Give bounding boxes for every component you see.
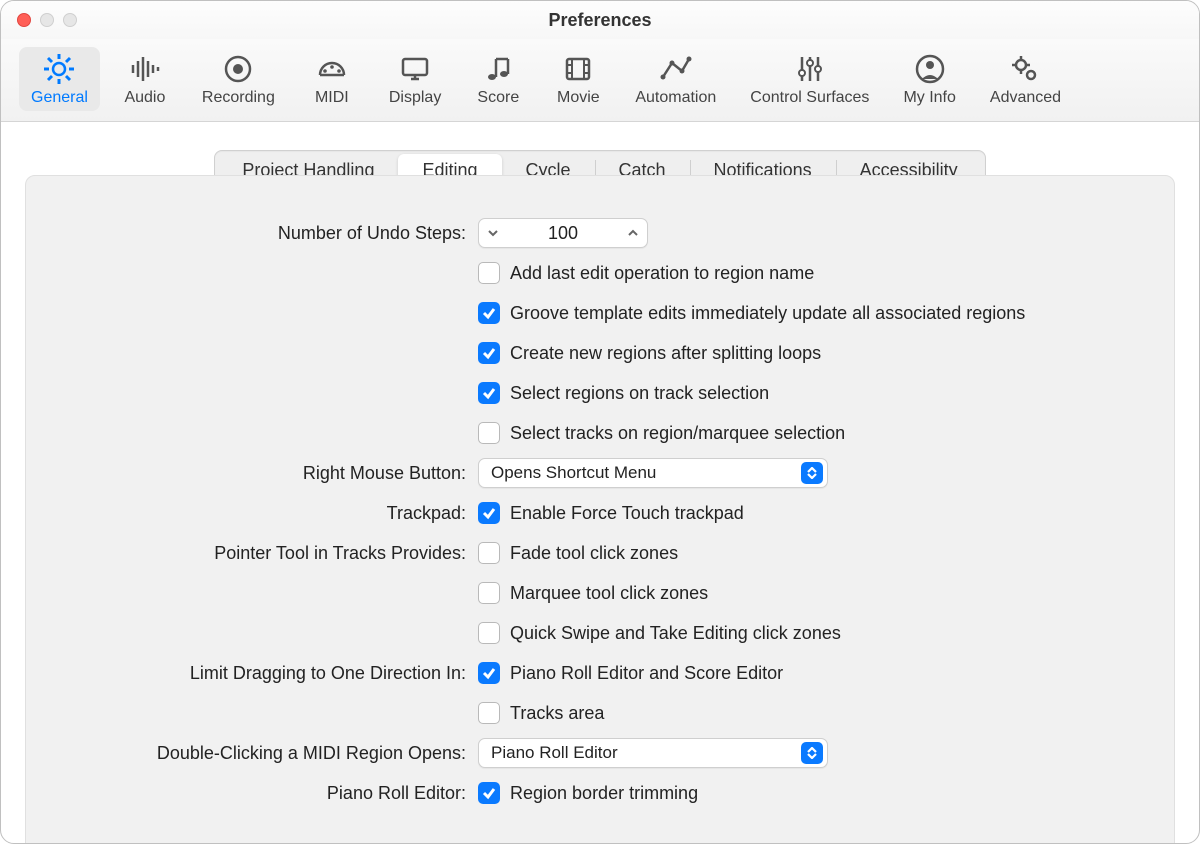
toolbar-item-display[interactable]: Display [377, 47, 453, 111]
toolbar-label: MIDI [315, 89, 349, 107]
toolbar-label: Score [477, 89, 519, 107]
toolbar-item-general[interactable]: General [19, 47, 100, 111]
quick-swipe-checkbox[interactable] [478, 622, 500, 644]
editing-panel: Number of Undo Steps: 100 Add last edit … [25, 175, 1175, 844]
toolbar-item-recording[interactable]: Recording [190, 47, 287, 111]
toolbar-label: My Info [903, 89, 955, 107]
tracks-area-checkbox[interactable] [478, 702, 500, 724]
automation-icon [658, 51, 694, 87]
double-click-select[interactable]: Piano Roll Editor [478, 738, 828, 768]
add-last-edit-checkbox[interactable] [478, 262, 500, 284]
film-icon [560, 51, 596, 87]
music-notes-icon [480, 51, 516, 87]
region-border-label: Region border trimming [510, 783, 698, 804]
toolbar-item-midi[interactable]: MIDI [297, 47, 367, 111]
force-touch-checkbox[interactable] [478, 502, 500, 524]
select-regions-label: Select regions on track selection [510, 383, 769, 404]
quick-swipe-label: Quick Swipe and Take Editing click zones [510, 623, 841, 644]
double-click-label: Double-Clicking a MIDI Region Opens: [86, 743, 478, 764]
toolbar-label: Automation [635, 89, 716, 107]
double-click-value: Piano Roll Editor [491, 743, 618, 763]
toolbar-item-score[interactable]: Score [463, 47, 533, 111]
pointer-tool-label: Pointer Tool in Tracks Provides: [86, 543, 478, 564]
updown-caret-icon [801, 462, 823, 484]
piano-score-checkbox[interactable] [478, 662, 500, 684]
trackpad-label: Trackpad: [86, 503, 478, 524]
toolbar-item-automation[interactable]: Automation [623, 47, 728, 111]
fade-tool-checkbox[interactable] [478, 542, 500, 564]
midi-port-icon [314, 51, 350, 87]
stepper-up-button[interactable] [619, 219, 647, 247]
record-icon [220, 51, 256, 87]
updown-caret-icon [801, 742, 823, 764]
stepper-down-button[interactable] [479, 219, 507, 247]
select-tracks-label: Select tracks on region/marquee selectio… [510, 423, 845, 444]
display-icon [397, 51, 433, 87]
person-circle-icon [912, 51, 948, 87]
toolbar-item-control-surfaces[interactable]: Control Surfaces [738, 47, 881, 111]
undo-steps-value: 100 [507, 223, 619, 244]
tracks-area-label: Tracks area [510, 703, 604, 724]
select-tracks-checkbox[interactable] [478, 422, 500, 444]
select-regions-checkbox[interactable] [478, 382, 500, 404]
sliders-icon [792, 51, 828, 87]
toolbar-label: Recording [202, 89, 275, 107]
gear-icon [41, 51, 77, 87]
right-mouse-select[interactable]: Opens Shortcut Menu [478, 458, 828, 488]
fade-tool-label: Fade tool click zones [510, 543, 678, 564]
toolbar-item-movie[interactable]: Movie [543, 47, 613, 111]
preferences-window: Preferences General Audio Recording MIDI… [0, 0, 1200, 844]
create-new-regions-label: Create new regions after splitting loops [510, 343, 821, 364]
toolbar-label: Audio [124, 89, 165, 107]
right-mouse-label: Right Mouse Button: [86, 463, 478, 484]
toolbar-label: Control Surfaces [750, 89, 869, 107]
groove-template-label: Groove template edits immediately update… [510, 303, 1025, 324]
marquee-tool-label: Marquee tool click zones [510, 583, 708, 604]
add-last-edit-label: Add last edit operation to region name [510, 263, 814, 284]
gears-icon [1007, 51, 1043, 87]
create-new-regions-checkbox[interactable] [478, 342, 500, 364]
window-title: Preferences [1, 10, 1199, 31]
limit-drag-label: Limit Dragging to One Direction In: [86, 663, 478, 684]
force-touch-label: Enable Force Touch trackpad [510, 503, 744, 524]
toolbar-label: Advanced [990, 89, 1061, 107]
toolbar-label: Movie [557, 89, 600, 107]
toolbar-label: Display [389, 89, 441, 107]
toolbar-item-my-info[interactable]: My Info [891, 47, 967, 111]
toolbar-item-audio[interactable]: Audio [110, 47, 180, 111]
undo-steps-label: Number of Undo Steps: [86, 223, 478, 244]
region-border-checkbox[interactable] [478, 782, 500, 804]
toolbar-label: General [31, 89, 88, 107]
toolbar-item-advanced[interactable]: Advanced [978, 47, 1073, 111]
content-area: Project Handling Editing Cycle Catch Not… [1, 122, 1199, 844]
undo-steps-stepper[interactable]: 100 [478, 218, 648, 248]
titlebar: Preferences [1, 1, 1199, 39]
right-mouse-value: Opens Shortcut Menu [491, 463, 656, 483]
piano-roll-label: Piano Roll Editor: [86, 783, 478, 804]
groove-template-checkbox[interactable] [478, 302, 500, 324]
marquee-tool-checkbox[interactable] [478, 582, 500, 604]
toolbar: General Audio Recording MIDI Display Sco… [1, 39, 1199, 122]
waveform-icon [127, 51, 163, 87]
piano-score-label: Piano Roll Editor and Score Editor [510, 663, 783, 684]
